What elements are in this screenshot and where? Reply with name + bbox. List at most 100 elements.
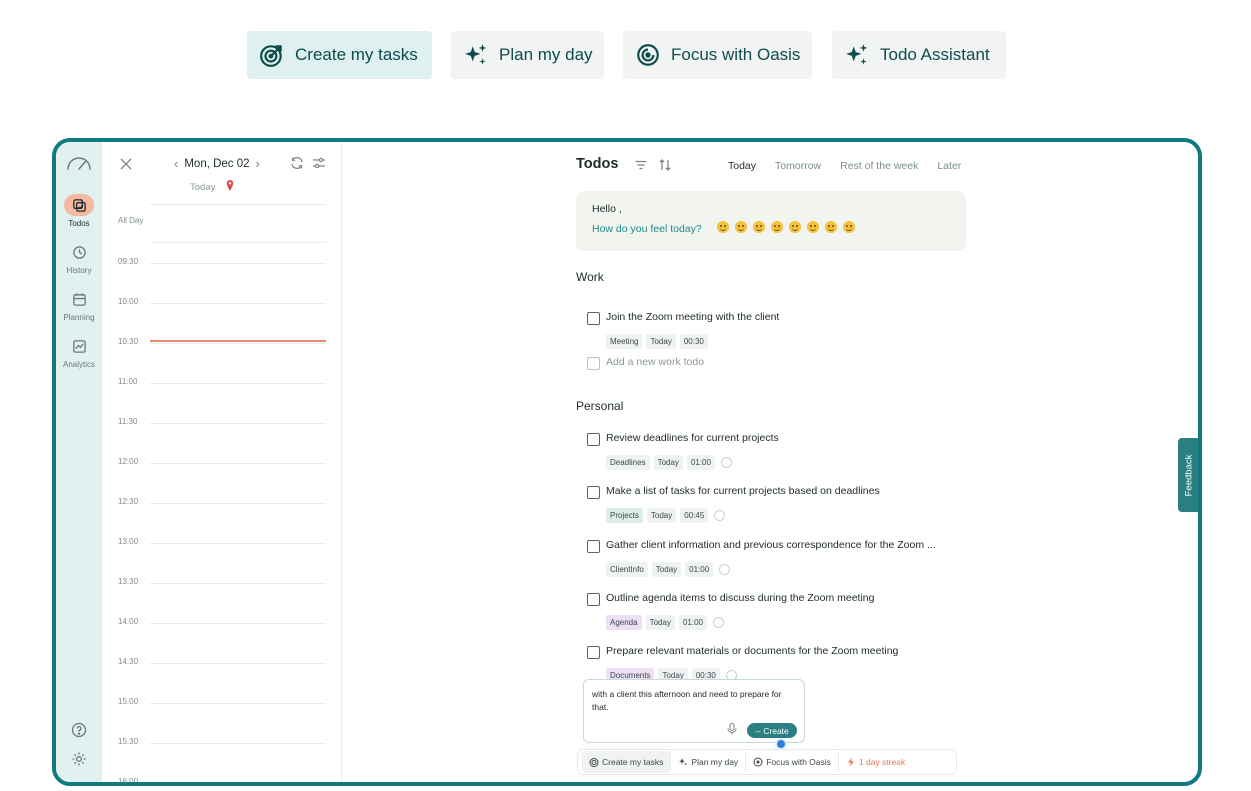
- time-slot[interactable]: 15:00: [102, 697, 342, 706]
- close-icon[interactable]: [120, 158, 132, 170]
- calendar-icon: [72, 292, 86, 306]
- chevron-right-icon[interactable]: ›: [250, 156, 266, 171]
- duration-tag[interactable]: 01:00: [685, 562, 714, 577]
- tab-rest-of-week[interactable]: Rest of the week: [840, 160, 918, 172]
- sync-icon[interactable]: [290, 156, 304, 170]
- todo-checkbox[interactable]: [587, 540, 600, 553]
- time-slot[interactable]: 13:00: [102, 537, 342, 546]
- tab-later[interactable]: Later: [937, 160, 961, 172]
- duration-tag[interactable]: 01:00: [686, 455, 715, 470]
- tab-today[interactable]: Today: [728, 160, 756, 172]
- duration-tag[interactable]: 01:00: [678, 615, 707, 630]
- todo-tags: Projects Today 00:45: [606, 508, 726, 523]
- todo-text[interactable]: Join the Zoom meeting with the client: [606, 311, 779, 323]
- current-date: Mon, Dec 02: [184, 157, 250, 170]
- sparkle-icon: [846, 44, 868, 65]
- status-circle[interactable]: [719, 564, 731, 575]
- duration-tag[interactable]: 00:30: [679, 334, 708, 349]
- microphone-icon[interactable]: [727, 723, 737, 735]
- plan-my-day-button[interactable]: Plan my day: [671, 751, 747, 773]
- sidebar-item-label: Planning: [63, 313, 95, 322]
- category-tag[interactable]: ClientInfo: [606, 562, 648, 577]
- todo-text[interactable]: Outline agenda items to discuss during t…: [606, 592, 874, 604]
- time-slot[interactable]: 16:00: [118, 777, 138, 782]
- settings-gear-icon[interactable]: [71, 751, 87, 767]
- task-prompt-input[interactable]: with a client this afternoon and need to…: [583, 679, 805, 743]
- feedback-tab[interactable]: Feedback: [1178, 438, 1198, 512]
- sparkle-icon: [465, 44, 487, 65]
- category-tag[interactable]: Projects: [606, 508, 643, 523]
- time-slot[interactable]: 14:30: [102, 657, 342, 666]
- day-tag[interactable]: Today: [646, 334, 676, 349]
- todo-checkbox[interactable]: [587, 433, 600, 446]
- settings-sliders-icon[interactable]: [312, 156, 326, 170]
- time-slot[interactable]: [102, 242, 342, 243]
- create-my-tasks-button[interactable]: Create my tasks: [582, 751, 672, 773]
- category-tag[interactable]: Agenda: [606, 615, 642, 630]
- help-icon[interactable]: [71, 722, 87, 738]
- create-button[interactable]: -- Create: [747, 723, 797, 738]
- time-slot[interactable]: 10:30: [102, 337, 342, 346]
- time-slot[interactable]: 09:30: [102, 257, 342, 266]
- time-slot[interactable]: 11:00: [102, 377, 342, 386]
- category-tag[interactable]: Meeting: [606, 334, 643, 349]
- chevron-left-icon[interactable]: ‹: [168, 156, 184, 171]
- todo-checkbox[interactable]: [587, 312, 600, 325]
- create-my-tasks-button[interactable]: Create my tasks: [247, 31, 432, 79]
- sidebar-item-history[interactable]: History: [56, 241, 102, 275]
- plan-my-day-button[interactable]: Plan my day: [451, 31, 604, 79]
- mood-emoji-icon[interactable]: [843, 221, 855, 233]
- day-tag[interactable]: Today: [646, 508, 677, 523]
- duration-tag[interactable]: 00:45: [680, 508, 709, 523]
- feedback-label: Feedback: [1183, 454, 1195, 496]
- title-tools: [634, 158, 672, 172]
- focus-with-oasis-button[interactable]: Focus with Oasis: [623, 31, 812, 79]
- status-circle[interactable]: [720, 457, 732, 468]
- mood-emoji-icon[interactable]: [789, 221, 801, 233]
- todo-text[interactable]: Prepare relevant materials or documents …: [606, 645, 898, 657]
- time-slot[interactable]: 15:30: [102, 737, 342, 746]
- day-tag[interactable]: Today: [653, 455, 683, 470]
- today-label[interactable]: Today: [190, 182, 215, 193]
- toolbar-label: Focus with Oasis: [766, 757, 831, 767]
- bottom-toolbar: Create my tasks Plan my day Focus with O…: [577, 749, 957, 775]
- mood-emoji-icon[interactable]: [807, 221, 819, 233]
- todo-assistant-button[interactable]: Todo Assistant: [832, 31, 1006, 79]
- mood-emoji-icon[interactable]: [735, 221, 747, 233]
- add-todo-placeholder[interactable]: Add a new work todo: [606, 356, 704, 368]
- tab-tomorrow[interactable]: Tomorrow: [775, 160, 821, 172]
- todo-text[interactable]: Make a list of tasks for current project…: [606, 485, 880, 497]
- day-tag[interactable]: Today: [645, 615, 675, 630]
- mood-emoji-icon[interactable]: [825, 221, 837, 233]
- mood-emoji-icon[interactable]: [753, 221, 765, 233]
- status-circle[interactable]: [714, 510, 726, 521]
- time-slot[interactable]: 10:00: [102, 297, 342, 306]
- day-tag[interactable]: Today: [651, 562, 682, 577]
- streak-badge[interactable]: 1 day streak: [839, 751, 912, 773]
- target-icon: [260, 45, 282, 67]
- sidebar-item-todos[interactable]: Todos: [56, 194, 102, 228]
- time-slot[interactable]: 12:00: [102, 457, 342, 466]
- category-tag[interactable]: Deadlines: [606, 455, 650, 470]
- prompt-text[interactable]: with a client this afternoon and need to…: [592, 688, 798, 714]
- sidebar-item-planning[interactable]: Planning: [56, 288, 102, 322]
- mood-emoji-icon[interactable]: [717, 221, 729, 233]
- todo-checkbox[interactable]: [587, 593, 600, 606]
- time-slot[interactable]: 14:00: [102, 617, 342, 626]
- todo-text[interactable]: Review deadlines for current projects: [606, 432, 779, 444]
- time-slot[interactable]: 13:30: [102, 577, 342, 586]
- todo-checkbox[interactable]: [587, 646, 600, 659]
- status-circle[interactable]: [712, 617, 724, 628]
- sparkle-icon: [679, 758, 688, 766]
- time-slot[interactable]: 11:30: [102, 417, 342, 426]
- filter-icon[interactable]: [634, 158, 648, 172]
- greeting-card: Hello , How do you feel today?: [576, 191, 966, 251]
- sidebar-item-analytics[interactable]: Analytics: [56, 335, 102, 369]
- todo-checkbox[interactable]: [587, 486, 600, 499]
- focus-with-oasis-button[interactable]: Focus with Oasis: [746, 751, 839, 773]
- time-slot[interactable]: 12:30: [102, 497, 342, 506]
- sort-icon[interactable]: [658, 158, 672, 172]
- todo-tags: Agenda Today 01:00: [606, 615, 724, 630]
- todo-text[interactable]: Gather client information and previous c…: [606, 539, 936, 551]
- mood-emoji-icon[interactable]: [771, 221, 783, 233]
